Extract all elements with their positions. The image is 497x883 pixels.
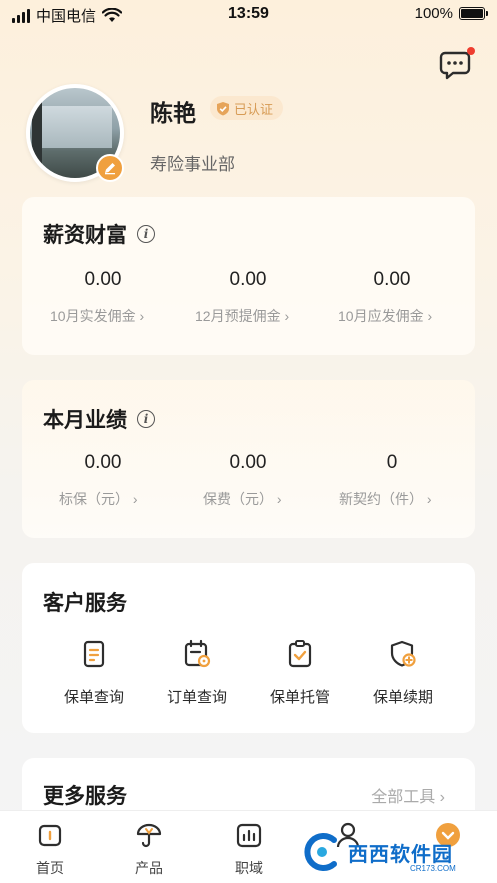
tab-label: 首页 xyxy=(36,860,64,876)
notification-dot xyxy=(467,47,475,55)
tab-workplace[interactable]: 职域 xyxy=(219,821,279,878)
watermark-sub: CR173.COM xyxy=(410,864,456,873)
service-label: 保单查询 xyxy=(63,689,124,706)
calendar-order-icon xyxy=(184,639,211,668)
service-policy-query[interactable]: 保单查询 xyxy=(44,639,144,707)
salary-stat-3[interactable]: 0.00 xyxy=(317,269,467,291)
stat-value: 0 xyxy=(386,452,398,473)
info-icon[interactable]: i xyxy=(137,225,155,243)
tab-label: 产品 xyxy=(135,860,163,876)
verified-badge: 已认证 xyxy=(210,96,284,120)
policy-doc-icon xyxy=(83,640,105,668)
watermark: 西西软件园 CR173.COM xyxy=(300,830,488,874)
service-order-query[interactable]: 订单查询 xyxy=(147,639,247,707)
service-policy-custody[interactable]: 保单托管 xyxy=(250,639,350,707)
salary-card: 薪资财富 i 0.00 10月实发佣金 › 0.00 12月预提佣金 › 0.0… xyxy=(22,197,475,355)
customer-service-title: 客户服务 xyxy=(43,592,127,615)
salary-stat-3-label[interactable]: 10月应发佣金 › xyxy=(338,306,432,326)
salary-title-row: 薪资财富 i xyxy=(43,219,155,249)
edit-avatar-button[interactable] xyxy=(96,154,124,182)
stat-value: 0.00 xyxy=(373,269,411,290)
salary-stat-1[interactable]: 0.00 xyxy=(28,269,178,291)
salary-stat-2[interactable]: 0.00 xyxy=(173,269,323,291)
battery-percent: 100% xyxy=(414,5,453,22)
status-bar: 中国电信 13:59 100% xyxy=(0,0,497,30)
salary-title: 薪资财富 xyxy=(43,224,127,247)
salary-stat-1-label[interactable]: 10月实发佣金 › xyxy=(50,306,144,326)
user-name: 陈艳 xyxy=(150,100,196,126)
perf-stat-2-label[interactable]: 保费（元） › xyxy=(203,489,282,509)
shield-check-icon xyxy=(217,101,229,115)
watermark-logo-icon xyxy=(304,833,337,871)
performance-title: 本月业绩 xyxy=(43,409,127,432)
info-icon[interactable]: i xyxy=(137,410,155,428)
tab-products[interactable]: 产品 xyxy=(119,821,179,878)
more-services-title: 更多服务 xyxy=(43,785,127,808)
chat-icon xyxy=(439,51,471,80)
shield-plus-icon xyxy=(390,640,416,667)
message-button[interactable] xyxy=(439,47,475,82)
performance-title-row: 本月业绩 i xyxy=(43,404,155,434)
salary-stat-2-label[interactable]: 12月预提佣金 › xyxy=(195,306,289,326)
chart-icon xyxy=(236,823,262,848)
tab-home[interactable]: 首页 xyxy=(20,821,80,878)
service-label: 保单续期 xyxy=(372,689,433,706)
all-tools-link[interactable]: 全部工具 › xyxy=(371,783,445,807)
perf-stat-1[interactable]: 0.00 xyxy=(28,452,178,474)
customer-service-card: 客户服务 保单查询 订单查询 保单托管 保单续期 xyxy=(22,563,475,733)
perf-stat-3-label[interactable]: 新契约（件） › xyxy=(339,489,432,509)
pencil-icon xyxy=(105,163,115,175)
home-icon xyxy=(38,824,62,847)
clipboard-check-icon xyxy=(288,640,312,668)
department: 寿险事业部 xyxy=(150,155,235,174)
stat-value: 0.00 xyxy=(229,452,267,473)
watermark-text: 西西软件园 xyxy=(348,843,453,866)
perf-stat-3[interactable]: 0 xyxy=(317,452,467,474)
performance-card: 本月业绩 i 0.00 标保（元） › 0.00 保费（元） › 0 新契约（件… xyxy=(22,380,475,538)
stat-value: 0.00 xyxy=(84,269,122,290)
stat-value: 0.00 xyxy=(229,269,267,290)
battery-icon xyxy=(459,7,488,20)
service-policy-renewal[interactable]: 保单续期 xyxy=(353,639,453,707)
perf-stat-2[interactable]: 0.00 xyxy=(173,452,323,474)
service-label: 保单托管 xyxy=(269,689,330,706)
perf-stat-1-label[interactable]: 标保（元） › xyxy=(59,489,138,509)
stat-value: 0.00 xyxy=(84,452,122,473)
tab-label: 职域 xyxy=(235,860,263,876)
verified-label: 已认证 xyxy=(234,101,274,117)
service-label: 订单查询 xyxy=(166,689,227,706)
umbrella-icon xyxy=(136,823,162,848)
